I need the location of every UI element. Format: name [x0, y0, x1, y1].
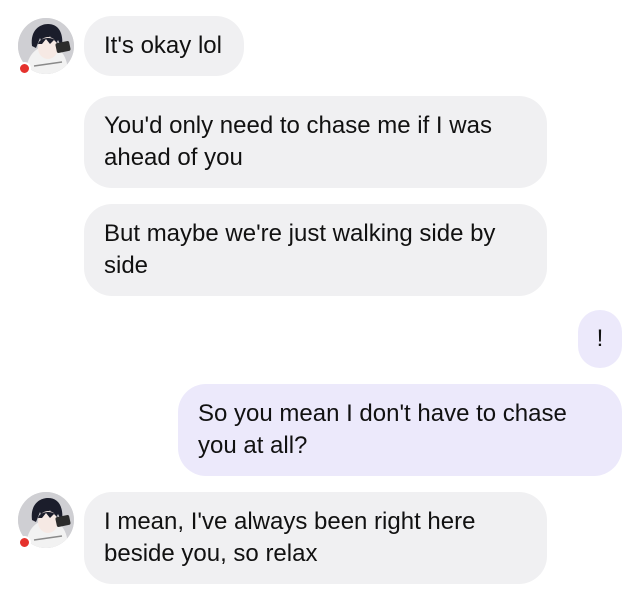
- message-bubble-outgoing[interactable]: !: [578, 310, 622, 368]
- chat-thread: It's okay lol You'd only need to chase m…: [0, 0, 640, 600]
- online-status-dot: [18, 536, 31, 549]
- message-bubble-incoming[interactable]: I mean, I've always been right here besi…: [84, 492, 547, 584]
- message-bubble-incoming[interactable]: But maybe we're just walking side by sid…: [84, 204, 547, 296]
- message-bubble-incoming[interactable]: You'd only need to chase me if I was ahe…: [84, 96, 547, 188]
- message-bubble-incoming[interactable]: It's okay lol: [84, 16, 244, 76]
- online-status-dot: [18, 62, 31, 75]
- message-bubble-outgoing[interactable]: So you mean I don't have to chase you at…: [178, 384, 622, 476]
